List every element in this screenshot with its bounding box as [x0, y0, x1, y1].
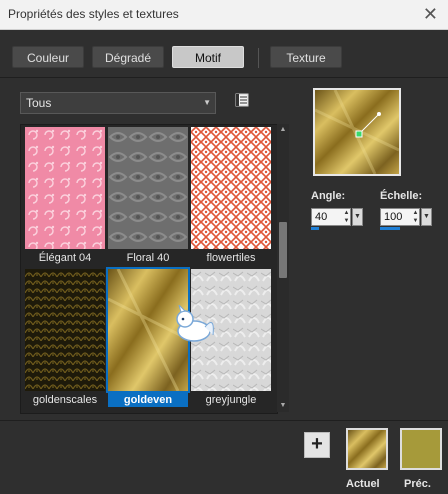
current-label: Actuel — [346, 478, 380, 490]
previous-label: Préc. — [404, 478, 431, 490]
pattern-item-goldenscales[interactable]: goldenscales — [25, 269, 105, 409]
scale-dropdown-icon[interactable]: ▼ — [421, 208, 432, 226]
spin-arrows-icon[interactable]: ▲ ▼ — [342, 209, 351, 225]
angle-spinner[interactable]: 40 ▲ ▼ ▼ — [311, 208, 363, 230]
pattern-grid: Élégant 04 Floral 40 flowertiles goldens… — [20, 124, 278, 414]
pattern-thumbnail — [25, 127, 105, 249]
scale-label: Échelle: — [380, 190, 423, 202]
window-title: Propriétés des styles et textures — [8, 7, 179, 21]
close-icon[interactable]: ✕ — [423, 3, 438, 25]
tab-separator-line — [0, 77, 448, 78]
title-bar: Propriétés des styles et textures ✕ — [0, 0, 448, 30]
spin-arrows-icon[interactable]: ▲ ▼ — [411, 209, 420, 225]
pattern-thumbnail — [25, 269, 105, 391]
pattern-name: goldeven — [108, 393, 188, 407]
previous-swatch[interactable] — [400, 428, 442, 470]
add-swatch-button[interactable]: + — [304, 432, 330, 458]
pattern-catalog-icon[interactable] — [234, 92, 250, 108]
angle-label: Angle: — [311, 190, 346, 202]
pattern-name: flowertiles — [206, 252, 256, 264]
tab-couleur[interactable]: Couleur — [12, 46, 84, 68]
chevron-down-icon: ▼ — [203, 98, 211, 107]
pattern-scrollbar[interactable]: ▲ ▼ — [277, 124, 289, 412]
scrollbar-thumb[interactable] — [279, 222, 287, 278]
pattern-name: goldenscales — [32, 394, 98, 406]
angle-dropdown-icon[interactable]: ▼ — [352, 208, 363, 226]
pattern-item-elegant-04[interactable]: Élégant 04 — [25, 127, 105, 267]
current-swatch[interactable] — [346, 428, 388, 470]
scroll-down-icon[interactable]: ▼ — [277, 400, 289, 412]
pattern-item-floral-40[interactable]: Floral 40 — [108, 127, 188, 267]
pattern-thumbnail — [108, 127, 188, 249]
pattern-item-flowertiles[interactable]: flowertiles — [191, 127, 271, 267]
watermark-character-icon — [176, 305, 214, 342]
scale-level-bar — [380, 227, 400, 230]
pattern-thumbnail — [191, 127, 271, 249]
pattern-name: greyjungle — [205, 394, 257, 406]
category-selected: Tous — [26, 96, 52, 110]
tab-degrade[interactable]: Dégradé — [92, 46, 164, 68]
pattern-name: Élégant 04 — [38, 252, 92, 264]
tab-motif[interactable]: Motif — [172, 46, 244, 68]
angle-level-bar — [311, 227, 319, 230]
scale-spinner[interactable]: 100 ▲ ▼ ▼ — [380, 208, 432, 230]
pattern-preview[interactable] — [313, 88, 401, 176]
tab-texture[interactable]: Texture — [270, 46, 342, 68]
scroll-up-icon[interactable]: ▲ — [277, 124, 289, 136]
footer-separator-line — [0, 420, 448, 421]
category-dropdown[interactable]: Tous ▼ — [20, 92, 216, 114]
tab-divider — [258, 48, 259, 68]
pattern-name: Floral 40 — [126, 252, 170, 264]
